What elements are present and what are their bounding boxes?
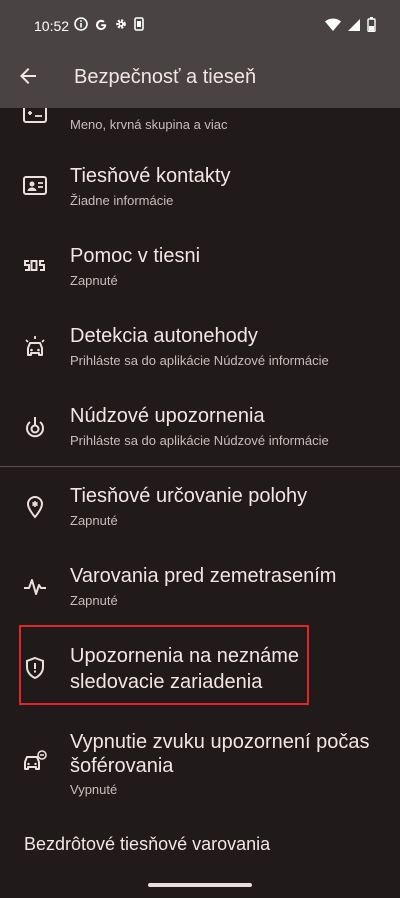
status-time: 10:52 (34, 18, 70, 34)
sos-icon (22, 258, 48, 284)
earthquake-icon (22, 574, 48, 600)
status-notification-icons (74, 17, 144, 31)
contact-card-icon (22, 174, 48, 200)
list-item-title: Varovania pred zemetrasením (70, 565, 337, 587)
list-item-title: Tiesňové určovanie polohy (70, 485, 308, 507)
list-item-summary: Vypnuté (70, 782, 118, 797)
battery-icon (367, 17, 376, 32)
car-crash-icon (22, 334, 48, 360)
list-item-title: Detekcia autonehody (70, 325, 258, 347)
list-item-summary: Meno, krvná skupina a viac (70, 117, 228, 132)
driving-mute-icon (22, 748, 48, 774)
list-item-emergency-alerts[interactable]: Núdzové upozornenia Prihláste sa do apli… (0, 392, 400, 464)
back-arrow-icon[interactable] (16, 64, 40, 88)
section-divider (0, 466, 400, 467)
list-item-summary: Prihláste sa do aplikácie Núdzové inform… (70, 353, 329, 368)
page-title: Bezpečnosť a tieseň (74, 66, 257, 88)
location-icon (22, 494, 48, 520)
status-system-icons (325, 17, 376, 32)
list-item-summary: Prihláste sa do aplikácie Núdzové inform… (70, 433, 329, 448)
list-item-title-line2: šoférovania (70, 755, 174, 777)
list-item-title: Pomoc v tiesni (70, 245, 201, 267)
list-item-earthquake-alerts[interactable]: Varovania pred zemetrasením Zapnuté (0, 552, 400, 624)
list-item-driving-mute[interactable]: Vypnutie zvuku upozornení počas šoférova… (0, 720, 400, 816)
list-item-emergency-sos[interactable]: Pomoc v tiesni Zapnuté (0, 232, 400, 304)
wifi-icon (325, 17, 341, 32)
list-item-car-crash-detection[interactable]: Detekcia autonehody Prihláste sa do apli… (0, 312, 400, 384)
list-item-summary: Žiadne informácie (70, 193, 174, 208)
highlight-box (19, 625, 309, 705)
list-item-emergency-location[interactable]: Tiesňové určovanie polohy Zapnuté (0, 472, 400, 544)
list-item-title-line1: Vypnutie zvuku upozornení počas (70, 731, 370, 753)
status-bar: 10:52 (0, 0, 400, 52)
list-item-emergency-contacts[interactable]: Tiesňové kontakty Žiadne informácie (0, 152, 400, 224)
list-item-summary: Zapnuté (70, 273, 118, 288)
list-item-title: Tiesňové kontakty (70, 165, 231, 187)
gesture-nav-handle[interactable] (148, 883, 252, 887)
google-icon (94, 17, 108, 31)
list-item-medical-info[interactable]: Meno, krvná skupina a viac (0, 108, 400, 152)
list-item-title: Núdzové upozornenia (70, 405, 265, 427)
list-item-wireless-emergency-alerts[interactable]: Bezdrôtové tiesňové varovania (24, 834, 270, 855)
medical-card-icon (22, 108, 48, 134)
cellular-signal-icon (347, 18, 361, 32)
settings-gear-icon (114, 17, 128, 31)
list-item-summary: Zapnuté (70, 513, 118, 528)
device-icon (134, 17, 144, 31)
info-icon (74, 17, 88, 31)
emergency-alert-icon (22, 414, 48, 440)
list-item-summary: Zapnuté (70, 593, 118, 608)
